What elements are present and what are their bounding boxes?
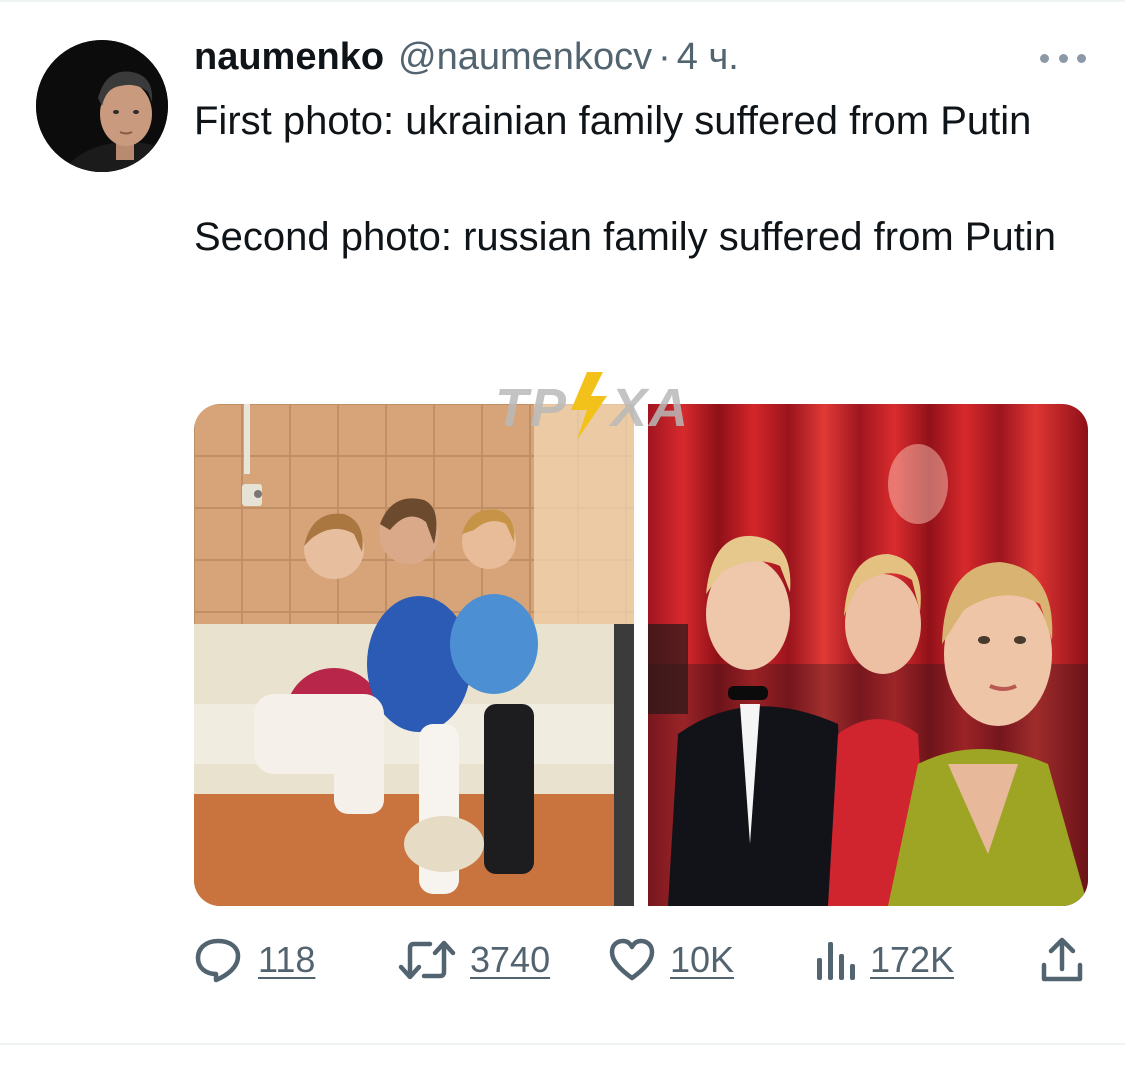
- heart-icon: [609, 938, 655, 981]
- tweet-text: First photo: ukrainian family suffered f…: [194, 92, 1084, 266]
- photo-red-curtain-family[interactable]: [648, 404, 1088, 906]
- retweet-button[interactable]: 3740: [398, 932, 550, 988]
- svg-text:ТР: ТР: [495, 378, 568, 438]
- share-icon: [1041, 937, 1083, 982]
- reply-button[interactable]: 118: [194, 932, 315, 988]
- photo-hospital-family[interactable]: [194, 404, 634, 906]
- avatar[interactable]: [36, 40, 168, 172]
- bottom-divider: [0, 1043, 1125, 1045]
- tweet-timestamp[interactable]: 4 ч.: [677, 36, 739, 79]
- views-button[interactable]: 172K: [814, 932, 954, 988]
- svg-text:ХА: ХА: [608, 378, 690, 438]
- tweet-paragraph: Second photo: russian family suffered fr…: [194, 215, 1056, 259]
- more-dot: [1077, 53, 1086, 63]
- tweet-header: naumenko @naumenkocv · 4 ч.: [194, 36, 739, 84]
- reply-icon: [195, 938, 241, 983]
- tweet-media: [194, 404, 1088, 906]
- top-divider: [0, 0, 1125, 2]
- retweet-icon: [398, 940, 456, 980]
- like-count: 10K: [670, 939, 735, 980]
- author-display-name[interactable]: naumenko: [194, 36, 384, 79]
- more-dot: [1040, 53, 1049, 63]
- tweet-actions: 118 3740 10K 172K: [194, 932, 1088, 988]
- like-button[interactable]: 10K: [608, 932, 734, 988]
- share-button[interactable]: [1040, 932, 1084, 988]
- watermark-logo: ТР ХА: [495, 370, 715, 440]
- reply-count: 118: [258, 939, 316, 980]
- views-icon: [817, 942, 855, 980]
- retweet-count: 3740: [470, 939, 551, 980]
- separator-dot: ·: [658, 36, 671, 78]
- more-dot: [1058, 53, 1068, 63]
- tweet-paragraph: First photo: ukrainian family suffered f…: [194, 99, 1032, 143]
- more-horizontal-icon[interactable]: [1040, 48, 1086, 68]
- views-count: 172K: [870, 939, 955, 980]
- author-handle[interactable]: @naumenkocv: [398, 36, 652, 79]
